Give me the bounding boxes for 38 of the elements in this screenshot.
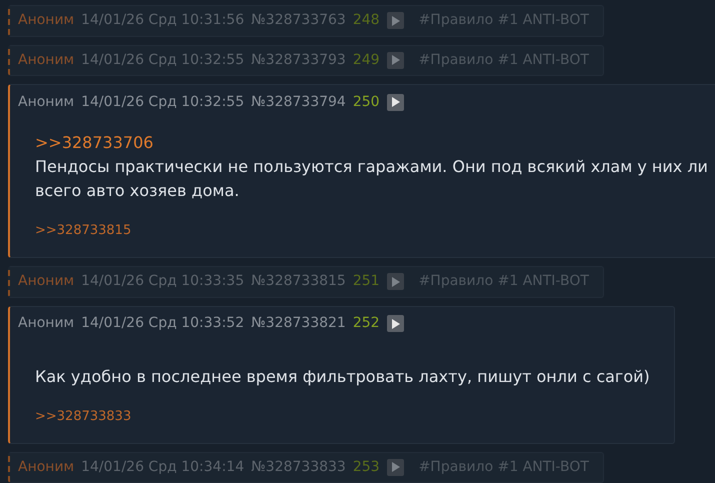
- post-number[interactable]: №328733794: [251, 92, 346, 112]
- post-text: Как удобно в последнее время фильтровать лахту, пишут онли с сагой): [35, 366, 650, 388]
- poster-name: Аноним: [18, 50, 74, 70]
- poster-name: Аноним: [18, 314, 74, 333]
- reply-link[interactable]: >>328733706: [35, 131, 154, 155]
- post-count: 249: [352, 50, 380, 70]
- post-date: 14/01/26 Срд 10:32:55: [81, 50, 244, 70]
- post-date: 14/01/26 Срд 10:33:35: [81, 272, 244, 292]
- play-button[interactable]: [386, 315, 404, 332]
- post-number[interactable]: №328733815: [251, 271, 346, 292]
- post-date: 14/01/26 Срд 10:33:52: [81, 314, 244, 333]
- post-count: 252: [352, 314, 380, 333]
- post-date: 14/01/26 Срд 10:34:14: [81, 458, 244, 477]
- play-icon: [390, 276, 400, 287]
- post-date: 14/01/26 Срд 10:32:55: [81, 92, 244, 112]
- post-text: всего авто хозяев дома.: [35, 180, 240, 202]
- play-icon: [390, 16, 400, 26]
- play-icon: [390, 97, 400, 107]
- reply-link[interactable]: >>328733833: [35, 404, 132, 428]
- post-number[interactable]: №328733793: [251, 50, 346, 71]
- play-icon: [390, 55, 400, 66]
- poster-name: Аноним: [18, 458, 74, 477]
- post-number[interactable]: №328733833: [251, 456, 346, 478]
- post-count: 251: [352, 272, 380, 292]
- post-count: 253: [352, 458, 380, 477]
- play-icon: [390, 318, 400, 328]
- poster-name: Аноним: [18, 272, 74, 292]
- reply-link[interactable]: >>328733815: [35, 219, 132, 243]
- play-icon: [390, 462, 400, 472]
- poster-name: Аноним: [18, 11, 74, 30]
- post-number[interactable]: №328733763: [251, 10, 346, 32]
- post-date: 14/01/26 Срд 10:31:56: [81, 11, 244, 30]
- post-count: 248: [352, 11, 380, 30]
- post-count: 250: [352, 92, 380, 112]
- poster-name: Аноним: [18, 92, 74, 112]
- play-button[interactable]: [386, 94, 404, 110]
- post-number[interactable]: №328733821: [251, 313, 346, 334]
- post-text: Пендосы практически не пользуются гаражами. Они под всякий хлам у них ли: [35, 156, 708, 178]
